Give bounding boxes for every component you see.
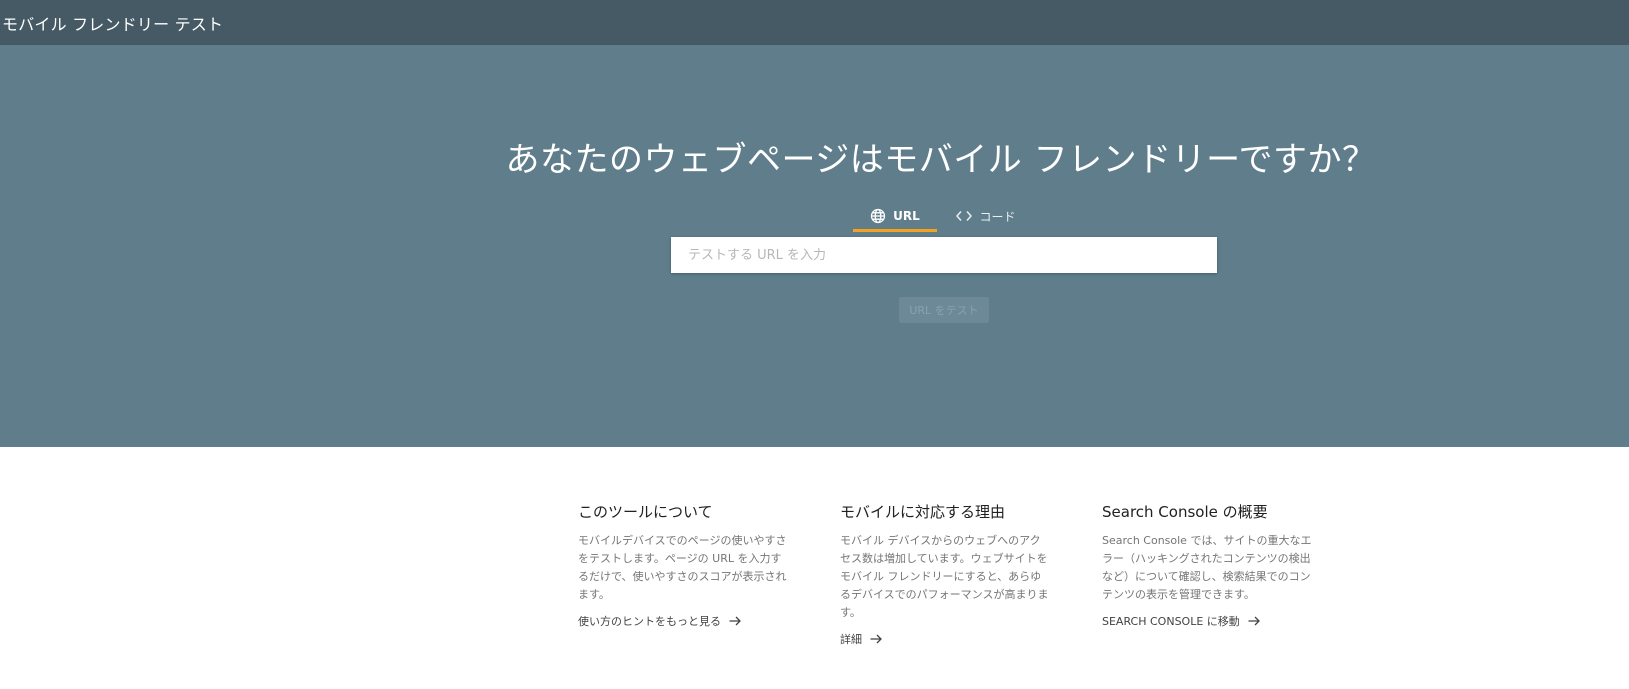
info-card-about: このツールについて モバイルデバイスでのページの使いやすさをテストします。ページ… [578,501,788,629]
page-headline: あなたのウェブページはモバイル フレンドリーですか？ [505,140,1377,180]
app-title: モバイル フレンドリー テスト [2,14,224,34]
search-console-link[interactable]: SEARCH CONSOLE に移動 [1102,613,1260,629]
learn-more-link[interactable]: 詳細 [840,631,882,647]
info-card-why-mobile: モバイルに対応する理由 モバイル デバイスからのウェブへのアクセス数は増加してい… [840,501,1050,647]
globe-icon [870,208,886,224]
tab-code[interactable]: コード [937,200,1035,232]
info-card-body: モバイル デバイスからのウェブへのアクセス数は増加しています。ウェブサイトをモバ… [840,534,1049,619]
info-card-body: モバイルデバイスでのページの使いやすさをテストします。ページの URL を入力す… [578,534,787,601]
arrow-right-icon [870,634,882,644]
hero-section: あなたのウェブページはモバイル フレンドリーですか？ URL コード テストする… [0,45,1629,447]
arrow-right-icon [729,616,741,626]
tab-url-label: URL [893,209,920,223]
more-tips-link[interactable]: 使い方のヒントをもっと見る [578,613,741,629]
link-label: 詳細 [840,633,862,646]
tab-code-label: コード [979,209,1016,224]
link-label: SEARCH CONSOLE に移動 [1102,615,1240,628]
code-icon [956,210,973,222]
url-input[interactable] [671,237,1217,273]
info-card-title: このツールについて [578,503,713,521]
link-label: 使い方のヒントをもっと見る [578,615,721,628]
info-card-title: Search Console の概要 [1102,503,1268,521]
tab-url[interactable]: URL [853,200,937,232]
top-bar: モバイル フレンドリー テスト [0,0,1629,45]
info-card-title: モバイルに対応する理由 [840,503,1006,521]
info-card-search-console: Search Console の概要 Search Console では、サイト… [1102,501,1312,629]
info-card-body: Search Console では、サイトの重大なエラー（ハッキングされたコンテ… [1102,534,1312,601]
input-mode-tabs: URL コード [853,200,1035,232]
arrow-right-icon [1248,616,1260,626]
test-url-button[interactable]: URL をテスト [899,297,989,323]
